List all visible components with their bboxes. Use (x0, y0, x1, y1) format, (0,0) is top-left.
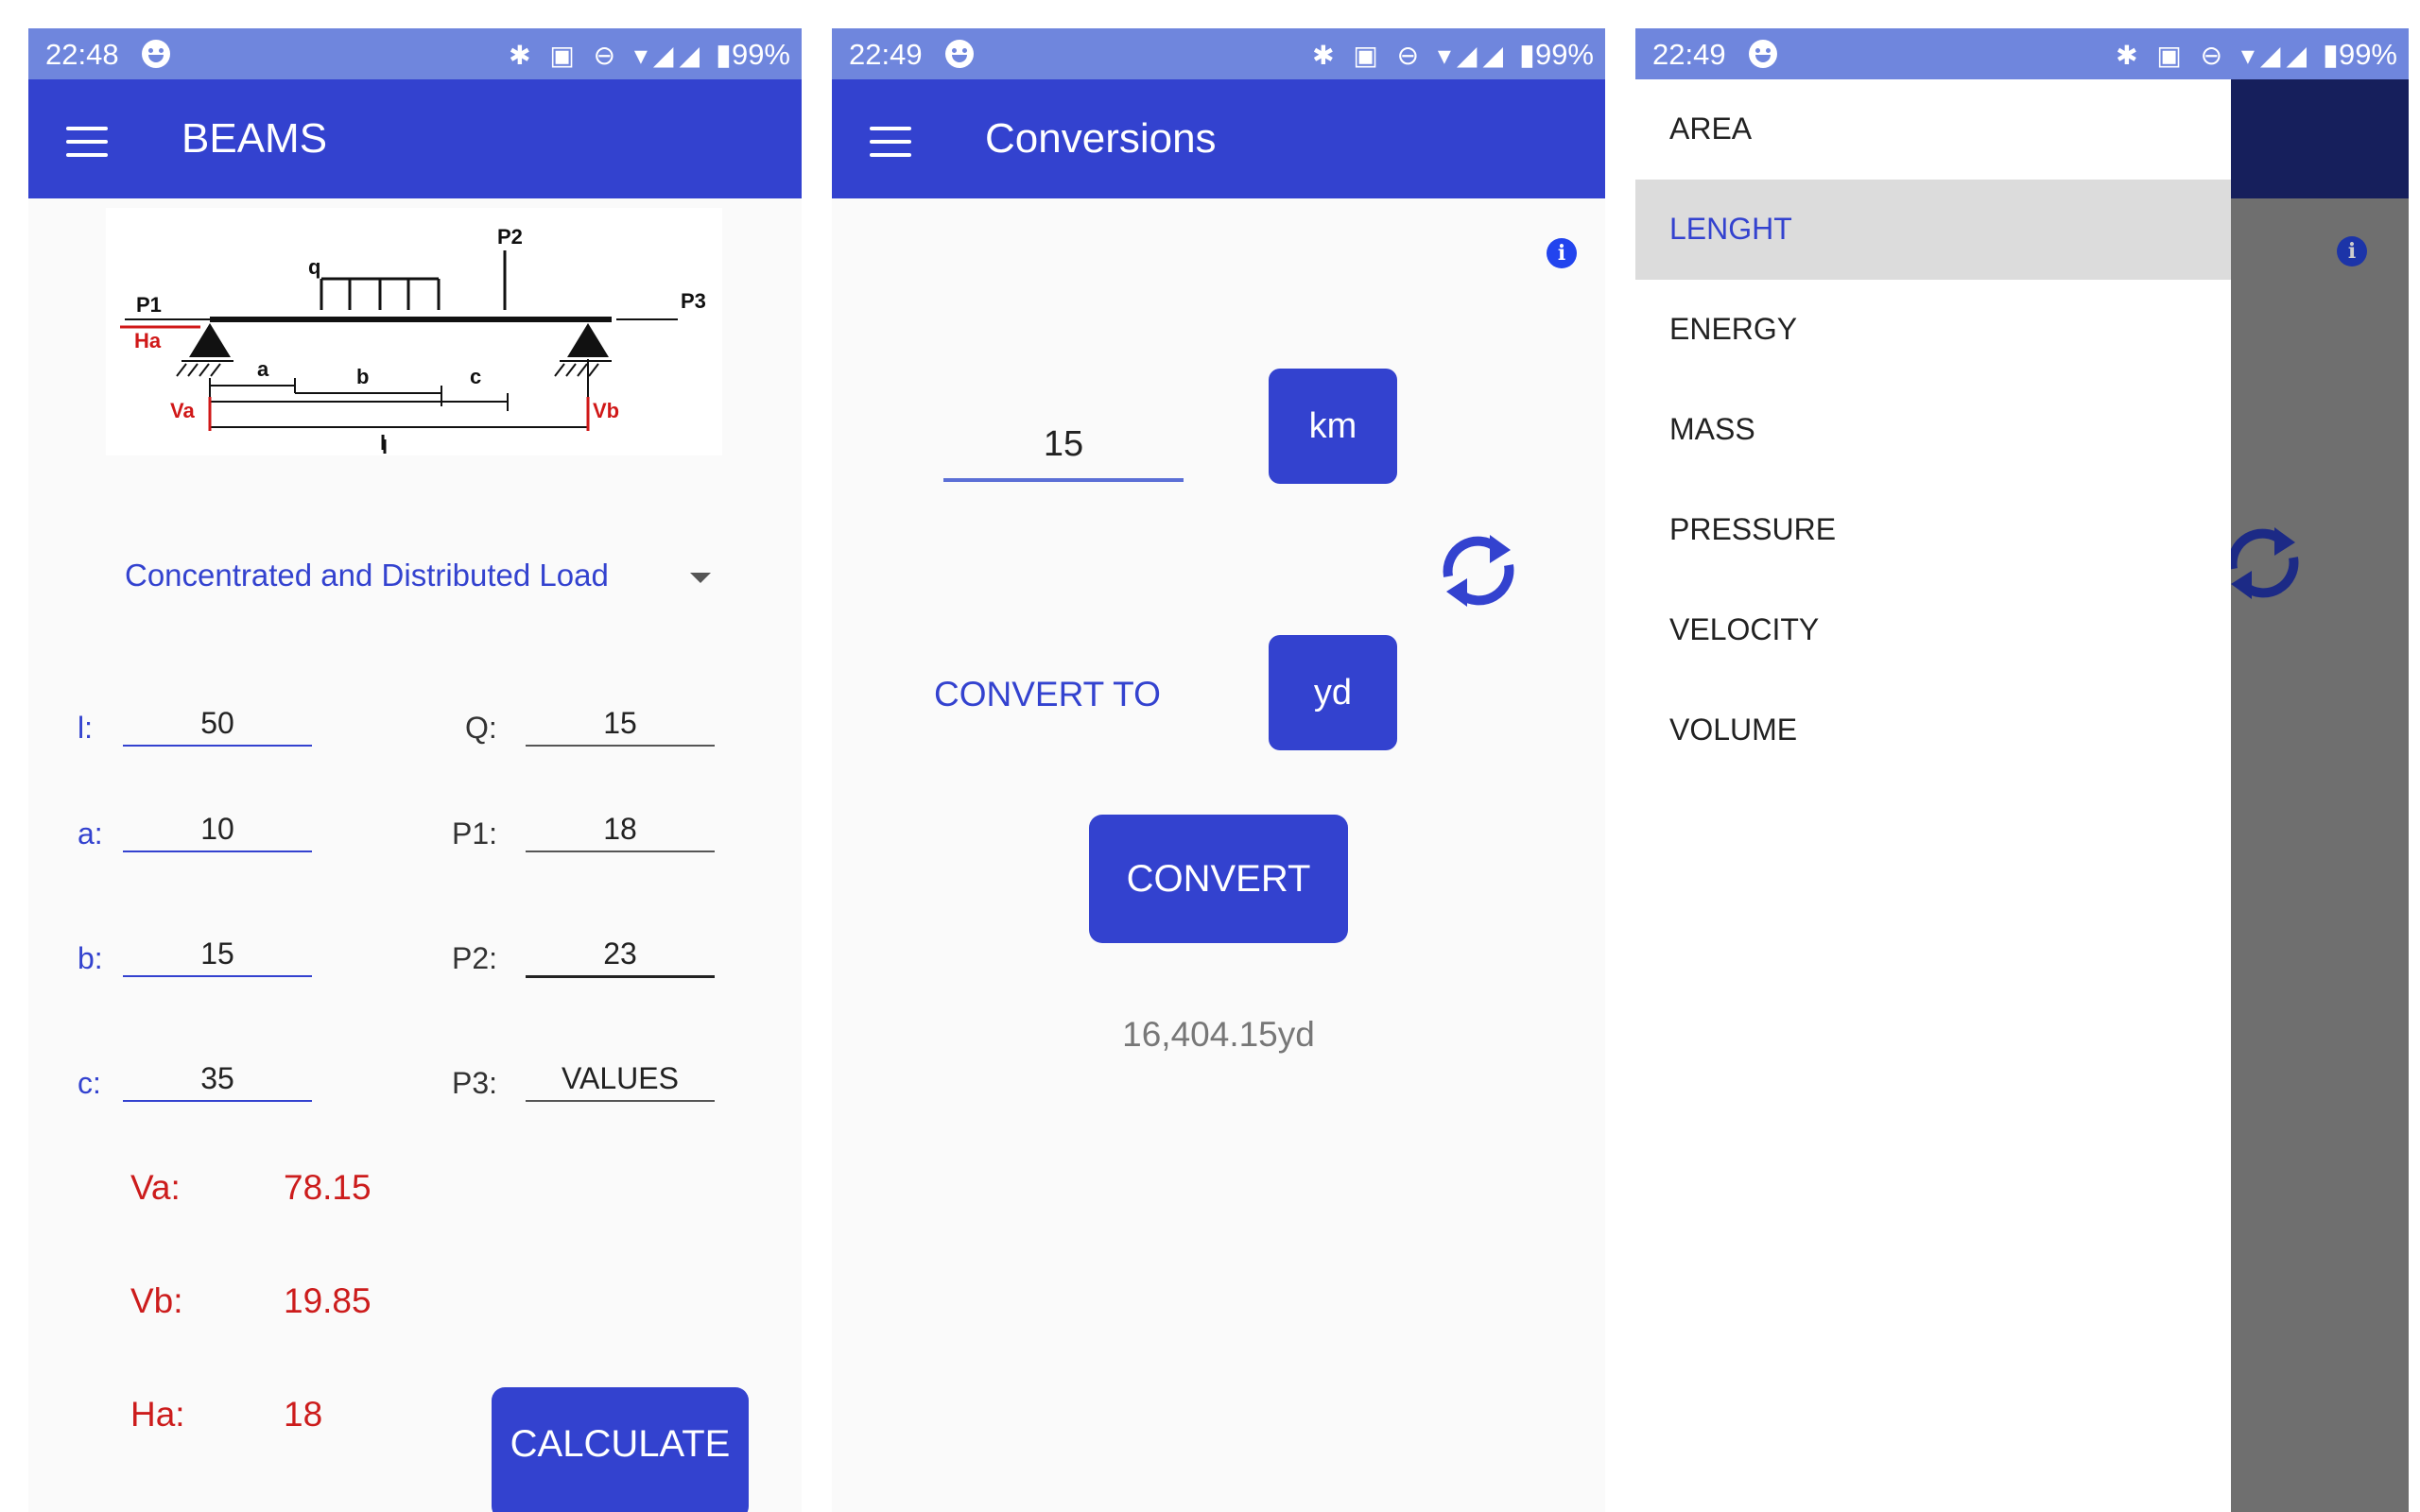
navigation-drawer: AREA LENGHT ENERGY MASS PRESSURE VELOCIT… (1635, 79, 2231, 1512)
app-bar: Conversions (832, 79, 1605, 198)
drawer-item-mass[interactable]: MASS (1635, 380, 2231, 480)
p1-input[interactable]: 18 (526, 807, 715, 852)
a-input[interactable]: 10 (123, 807, 312, 852)
c-input[interactable]: 35 (123, 1057, 312, 1102)
app-bar: BEAMS (28, 79, 802, 198)
label-ha: Ha (134, 329, 162, 352)
value-input[interactable]: 15 (943, 406, 1184, 482)
label-p1: P1 (136, 293, 162, 317)
status-icons: ✱ ▣ ⊖ ▾◢◢ (2116, 41, 2312, 70)
label-vb: Vb (593, 399, 619, 422)
result-va-label: Va: (130, 1168, 181, 1207)
swap-units-icon[interactable] (1435, 527, 1522, 614)
battery-indicator: ▮99% (715, 38, 790, 71)
drawer-screen: 22:49 ✱ ▣ ⊖ ▾◢◢ ▮99% i AREA LENGHT ENERG… (1635, 28, 2409, 1512)
drawer-item-pressure[interactable]: PRESSURE (1635, 480, 2231, 580)
result-vb-value: 19.85 (284, 1281, 372, 1320)
drawer-item-velocity[interactable]: VELOCITY (1635, 580, 2231, 680)
page-title: Conversions (985, 115, 1217, 162)
drawer-scrim[interactable] (2231, 79, 2409, 1512)
label-p1: P1: (452, 816, 498, 850)
label-q: Q: (465, 711, 497, 745)
label-q: q (308, 255, 320, 279)
label-va: Va (170, 399, 195, 422)
b-input[interactable]: 15 (123, 932, 312, 977)
load-type-value: Concentrated and Distributed Load (125, 558, 609, 593)
load-type-dropdown[interactable]: Concentrated and Distributed Load (125, 558, 711, 614)
drawer-item-label: VOLUME (1669, 713, 1798, 747)
conversions-screen: 22:49 ✱ ▣ ⊖ ▾◢◢ ▮99% Conversions i 15 km… (832, 28, 1605, 1512)
status-time: 22:48 (45, 38, 119, 71)
label-a: a (257, 357, 269, 381)
notification-face-icon (1749, 40, 1777, 68)
label-c: c: (78, 1066, 101, 1100)
p2-input[interactable]: 23 (526, 932, 715, 978)
from-unit-button[interactable]: km (1269, 369, 1397, 484)
status-icons: ✱ ▣ ⊖ ▾◢◢ (1312, 41, 1509, 70)
calculate-button[interactable]: CALCULATE (492, 1387, 749, 1512)
beam-diagram: P2 q P1 P3 a b c l Ha Va Vb (106, 208, 722, 455)
status-bar: 22:49 ✱ ▣ ⊖ ▾◢◢ ▮99% (1635, 28, 2409, 79)
result-vb-label: Vb: (130, 1281, 183, 1320)
status-time: 22:49 (1652, 38, 1726, 71)
result-ha-label: Ha: (130, 1395, 185, 1434)
q-input[interactable]: 15 (526, 701, 715, 747)
label-c: c (470, 365, 481, 388)
drawer-item-label: ENERGY (1669, 312, 1798, 346)
dimmed-app-bar (2231, 79, 2409, 198)
to-unit-button[interactable]: yd (1269, 635, 1397, 750)
notification-face-icon (142, 40, 170, 68)
drawer-item-label: LENGHT (1669, 212, 1792, 246)
convert-to-label: CONVERT TO (934, 675, 1161, 713)
label-p3: P3: (452, 1066, 498, 1100)
info-icon: i (2337, 236, 2367, 266)
conversion-result: 16,404.15yd (1122, 1015, 1315, 1054)
info-icon[interactable]: i (1547, 238, 1577, 268)
drawer-item-area[interactable]: AREA (1635, 79, 2231, 180)
p3-input[interactable]: VALUES (526, 1057, 715, 1102)
l-input[interactable]: 50 (123, 701, 312, 747)
menu-icon[interactable] (870, 127, 911, 157)
label-p3: P3 (681, 289, 706, 313)
label-b: b: (78, 941, 103, 975)
battery-indicator: ▮99% (2322, 38, 2397, 71)
status-bar: 22:49 ✱ ▣ ⊖ ▾◢◢ ▮99% (832, 28, 1605, 79)
label-l: l (380, 431, 386, 455)
support-b (567, 323, 609, 357)
beams-screen: 22:48 ✱ ▣ ⊖ ▾◢◢ ▮99% BEAMS P2 q P1 P3 a … (28, 28, 802, 1512)
label-l: l: (78, 711, 93, 745)
page-title: BEAMS (182, 115, 328, 162)
convert-button[interactable]: CONVERT (1089, 815, 1348, 943)
drawer-item-label: VELOCITY (1669, 612, 1820, 646)
result-ha-value: 18 (284, 1395, 323, 1434)
swap-units-icon (2227, 527, 2299, 599)
drawer-item-volume[interactable]: VOLUME (1635, 680, 2231, 781)
battery-indicator: ▮99% (1518, 38, 1594, 71)
drawer-item-length[interactable]: LENGHT (1635, 180, 2231, 280)
drawer-item-label: AREA (1669, 112, 1753, 146)
status-icons: ✱ ▣ ⊖ ▾◢◢ (509, 41, 705, 70)
drawer-item-energy[interactable]: ENERGY (1635, 280, 2231, 380)
label-b: b (356, 365, 369, 388)
label-p2: P2: (452, 941, 498, 975)
drawer-item-label: PRESSURE (1669, 512, 1837, 546)
dropdown-arrow-icon (690, 573, 711, 583)
label-a: a: (78, 816, 103, 850)
status-bar: 22:48 ✱ ▣ ⊖ ▾◢◢ ▮99% (28, 28, 802, 79)
label-p2: P2 (497, 225, 523, 249)
notification-face-icon (945, 40, 974, 68)
result-va-value: 78.15 (284, 1168, 372, 1207)
menu-icon[interactable] (66, 127, 108, 157)
drawer-item-label: MASS (1669, 412, 1755, 446)
status-time: 22:49 (849, 38, 923, 71)
